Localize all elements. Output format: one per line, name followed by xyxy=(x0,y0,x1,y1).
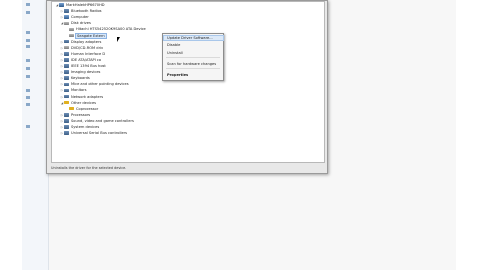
context-menu: Update Driver Software... Disable Uninst… xyxy=(162,33,224,81)
disk-drive-icon xyxy=(64,21,69,26)
tree-node-label: IDE ATA/ATAPI co xyxy=(71,57,102,62)
folder-icon xyxy=(26,66,30,70)
tree-node[interactable]: ▷ Human Interface D xyxy=(60,52,105,57)
tree-node-label: Mice and other pointing devices xyxy=(71,82,129,87)
drive-icon xyxy=(26,30,30,34)
menu-properties[interactable]: Properties xyxy=(167,73,188,77)
warning-device-icon xyxy=(69,106,74,111)
tree-node[interactable]: ▷ Keyboards xyxy=(60,76,90,81)
tree-node[interactable]: Hitachi HTS542520K9SA00 ATA Device xyxy=(65,27,146,32)
disk-drive-icon xyxy=(69,33,74,38)
folder-icon xyxy=(26,44,30,48)
folder-icon xyxy=(26,2,30,6)
tree-node[interactable]: ▷ IDE ATA/ATAPI co xyxy=(60,58,101,63)
tree-node[interactable]: Seagate Extern xyxy=(65,32,107,39)
device-icon xyxy=(64,88,69,93)
network-icon xyxy=(26,124,30,128)
menu-separator xyxy=(166,68,220,69)
tree-node-label: Sound, video and game controllers xyxy=(71,118,134,123)
drive-icon xyxy=(26,38,30,42)
device-icon xyxy=(64,58,69,62)
tree-node[interactable]: ▷ Monitors xyxy=(60,88,87,93)
menu-disable[interactable]: Disable xyxy=(167,43,180,47)
computer-icon xyxy=(64,15,69,19)
folder-icon xyxy=(26,10,30,14)
device-icon xyxy=(64,64,69,68)
tree-node[interactable]: ▷ Mice and other pointing devices xyxy=(60,82,129,87)
device-icon xyxy=(64,113,69,117)
network-icon xyxy=(26,102,30,106)
warning-device-icon xyxy=(64,100,69,105)
menu-uninstall[interactable]: Uninstall xyxy=(167,51,183,55)
left-margin xyxy=(0,0,22,270)
device-icon xyxy=(64,94,69,99)
tree-node-label: MarkHalekHP6670HD xyxy=(66,3,105,7)
tree-node[interactable]: ◢ Disk drives xyxy=(60,21,91,26)
tree-node-label: System devices xyxy=(71,125,100,129)
menu-update-driver[interactable]: Update Driver Software... xyxy=(163,35,224,41)
network-icon xyxy=(26,88,30,92)
device-icon xyxy=(64,39,69,44)
device-icon xyxy=(64,82,69,87)
menu-separator xyxy=(166,57,220,58)
tree-node-label: Imaging devices xyxy=(71,70,101,75)
tree-node-label: Processors xyxy=(71,112,91,117)
tree-node[interactable]: ▷ IEEE 1394 Bus host xyxy=(60,64,106,69)
network-icon xyxy=(26,95,30,99)
device-icon xyxy=(64,70,69,74)
tree-node-label: Bluetooth Radios xyxy=(71,9,102,14)
tree-node-label: Monitors xyxy=(71,88,87,93)
device-icon xyxy=(64,125,69,129)
tree-node[interactable]: ▷ Processors xyxy=(60,113,90,118)
tree-node[interactable]: ◢ MarkHalekHP6670HD xyxy=(55,3,105,8)
navigation-pane xyxy=(22,0,49,270)
folder-icon xyxy=(26,58,30,62)
device-icon xyxy=(64,119,69,123)
tree-node-label: Disk drives xyxy=(71,21,91,26)
tree-node-label: Keyboards xyxy=(71,76,90,81)
tree-node[interactable]: ▷ DVD/CD-ROM driv xyxy=(60,46,103,51)
tree-node-label: DVD/CD-ROM driv xyxy=(71,45,104,50)
tree-node[interactable]: ▷ Imaging devices xyxy=(60,70,101,75)
disk-drive-icon xyxy=(69,27,74,32)
tree-node-label: Display adapters xyxy=(71,39,102,44)
device-manager-window: ◢ MarkHalekHP6670HD ▷ Bluetooth Radios ▷ Comp… xyxy=(46,0,328,174)
tree-node[interactable]: ▷ Display adapters xyxy=(60,40,101,45)
status-bar: Uninstalls the driver for the selected d… xyxy=(51,166,127,170)
tree-node-label: Coprocessor xyxy=(76,106,99,111)
disk-drive-icon xyxy=(64,45,69,50)
device-icon xyxy=(64,76,69,80)
tree-node[interactable]: ▷ System devices xyxy=(60,125,99,130)
tree-node-label: Network adapters xyxy=(71,94,104,99)
tree-node[interactable]: ▷ Network adapters xyxy=(60,95,103,100)
tree-node[interactable]: ▷ Universal Serial Bus controllers xyxy=(60,131,127,136)
mouse-cursor-icon xyxy=(117,37,120,42)
tree-node-label: Seagate Extern xyxy=(75,32,107,39)
tree-node-label: Human Interface D xyxy=(71,51,106,56)
device-icon xyxy=(64,131,69,135)
tree-node-label: IEEE 1394 Bus host xyxy=(71,64,106,68)
right-margin xyxy=(456,0,480,270)
folder-icon xyxy=(26,74,30,78)
tree-node-label: Other devices xyxy=(71,100,97,105)
computer-icon xyxy=(59,3,64,7)
device-icon xyxy=(64,52,69,56)
device-icon xyxy=(64,9,69,13)
tree-node[interactable]: Coprocessor xyxy=(65,107,98,112)
menu-scan-hardware[interactable]: Scan for hardware changes xyxy=(167,62,216,66)
tree-node-label: Universal Serial Bus controllers xyxy=(71,131,128,136)
tree-node[interactable]: ▷ Computer xyxy=(60,15,89,20)
tree-node[interactable]: ▷ Bluetooth Radios xyxy=(60,9,102,14)
device-tree[interactable]: ◢ MarkHalekHP6670HD ▷ Bluetooth Radios ▷ Comp… xyxy=(51,1,325,163)
tree-node-label: Computer xyxy=(71,15,89,20)
tree-node[interactable]: ▷ Sound, video and game controllers xyxy=(60,119,134,124)
tree-node-label: Hitachi HTS542520K9SA00 ATA Device xyxy=(76,27,146,32)
tree-node[interactable]: ◢ Other devices xyxy=(60,101,96,106)
